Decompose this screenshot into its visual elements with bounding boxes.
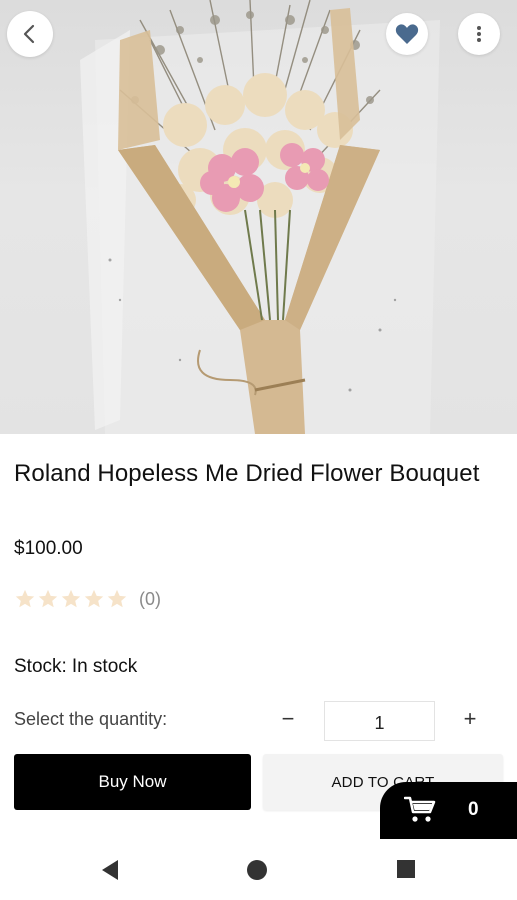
circle-home-icon — [247, 860, 267, 880]
product-title: Roland Hopeless Me Dried Flower Bouquet — [14, 460, 480, 487]
product-price: $100.00 — [14, 538, 83, 559]
favorite-button[interactable] — [386, 13, 428, 55]
system-home-button[interactable] — [246, 859, 268, 886]
buy-now-button[interactable]: Buy Now — [14, 754, 251, 810]
system-back-button[interactable] — [100, 859, 120, 886]
star-icon — [15, 589, 35, 608]
quantity-label: Select the quantity: — [14, 709, 168, 729]
star-icon — [38, 589, 58, 608]
system-recents-button[interactable] — [396, 859, 416, 884]
triangle-back-icon — [102, 860, 118, 880]
system-navigation-bar — [0, 839, 517, 900]
star-icon — [107, 589, 127, 608]
rating-stars — [14, 588, 128, 610]
bouquet-illustration — [80, 0, 440, 434]
more-vertical-icon — [477, 26, 481, 42]
chevron-left-icon — [23, 24, 35, 44]
product-image — [0, 0, 517, 434]
product-rating: (0) — [14, 588, 161, 610]
stock-status: Stock: In stock — [14, 656, 137, 678]
stock-label: Stock: — [14, 656, 67, 677]
cart-icon — [404, 796, 436, 822]
cart-count: 0 — [468, 799, 479, 820]
stock-value: In stock — [71, 656, 138, 677]
star-icon — [84, 589, 104, 608]
quantity-increase-button[interactable]: + — [455, 704, 485, 734]
square-recents-icon — [397, 860, 415, 878]
review-count[interactable]: (0) — [139, 589, 161, 610]
back-button[interactable] — [7, 11, 53, 57]
more-options-button[interactable] — [458, 13, 500, 55]
floating-cart-button[interactable]: 0 — [380, 782, 517, 839]
star-icon — [61, 589, 81, 608]
quantity-decrease-button[interactable]: − — [273, 704, 303, 734]
quantity-input[interactable] — [324, 701, 435, 741]
heart-icon — [395, 24, 419, 44]
